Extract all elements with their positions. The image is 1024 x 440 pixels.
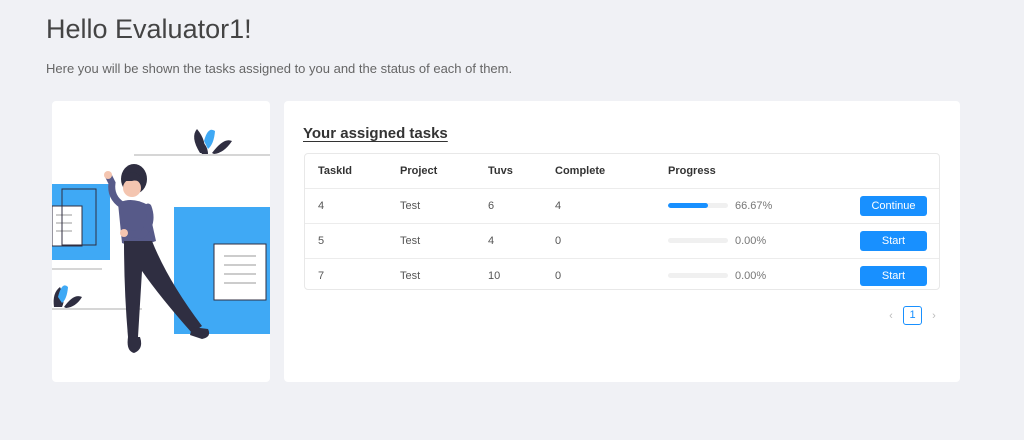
column-header-taskid: TaskId bbox=[305, 154, 387, 189]
cell-taskid: 5 bbox=[305, 223, 387, 259]
cell-taskid: 4 bbox=[305, 188, 387, 224]
table-row: 5 Test 4 0 0.00% Start bbox=[305, 223, 939, 259]
cell-tuvs: 10 bbox=[488, 269, 501, 282]
progress-percent: 66.67% bbox=[735, 199, 773, 212]
assigned-tasks-card: Your assigned tasks TaskId Project Tuvs … bbox=[284, 101, 960, 382]
cell-tuvs: 6 bbox=[475, 188, 542, 224]
woman-with-documents-illustration bbox=[52, 129, 270, 353]
cell-progress: 0.00% bbox=[655, 258, 814, 293]
column-header-project: Project bbox=[387, 154, 475, 189]
tasks-table: TaskId Project Tuvs Complete Progress 4 … bbox=[305, 154, 939, 293]
page-subtitle: Here you will be shown the tasks assigne… bbox=[46, 61, 513, 76]
cell-complete: 0 bbox=[542, 223, 655, 259]
tasks-table-container: TaskId Project Tuvs Complete Progress 4 … bbox=[304, 153, 940, 290]
cell-project: Test bbox=[400, 269, 421, 282]
chevron-left-icon[interactable]: ‹ bbox=[885, 310, 897, 322]
pagination: ‹ 1 › bbox=[885, 306, 940, 325]
cell-project: Test bbox=[387, 223, 475, 259]
cell-taskid: 7 bbox=[318, 269, 325, 282]
cell-complete: 0 bbox=[555, 269, 562, 282]
page-title: Hello Evaluator1! bbox=[46, 14, 252, 44]
table-row: 4 Test 6 4 66.67% Continue bbox=[305, 188, 939, 224]
progress-bar-fill bbox=[668, 203, 708, 208]
chevron-right-icon[interactable]: › bbox=[928, 310, 940, 322]
cell-action: Start bbox=[814, 223, 939, 259]
progress-percent: 0.00% bbox=[735, 269, 767, 282]
tasks-heading: Your assigned tasks bbox=[303, 125, 448, 142]
cell-tuvs: 4 bbox=[475, 223, 542, 259]
page-number-current[interactable]: 1 bbox=[903, 306, 922, 325]
column-header-progress: Progress bbox=[655, 154, 815, 189]
cell-complete: 4 bbox=[542, 188, 655, 224]
table-row: 7 Test 10 0 0.00% Start bbox=[305, 258, 939, 293]
illustration-card bbox=[52, 101, 270, 382]
cell-action: Start bbox=[814, 258, 939, 293]
column-header-actions bbox=[814, 154, 939, 189]
cell-progress: 66.67% bbox=[655, 188, 815, 224]
table-header-row: TaskId Project Tuvs Complete Progress bbox=[305, 154, 939, 189]
progress-bar bbox=[668, 273, 728, 278]
cell-progress: 0.00% bbox=[655, 223, 815, 259]
continue-task-button[interactable]: Continue bbox=[860, 195, 927, 216]
column-header-tuvs: Tuvs bbox=[475, 154, 542, 189]
cell-project: Test bbox=[387, 188, 475, 224]
column-header-complete: Complete bbox=[542, 154, 655, 189]
plant-bottom bbox=[53, 285, 82, 308]
progress-bar bbox=[668, 238, 728, 243]
progress-bar bbox=[668, 203, 728, 208]
cell-action: Continue bbox=[814, 188, 939, 224]
progress-percent: 0.00% bbox=[735, 234, 767, 247]
plant-top bbox=[194, 129, 232, 154]
start-task-button[interactable]: Start bbox=[860, 265, 927, 286]
start-task-button[interactable]: Start bbox=[860, 230, 927, 251]
